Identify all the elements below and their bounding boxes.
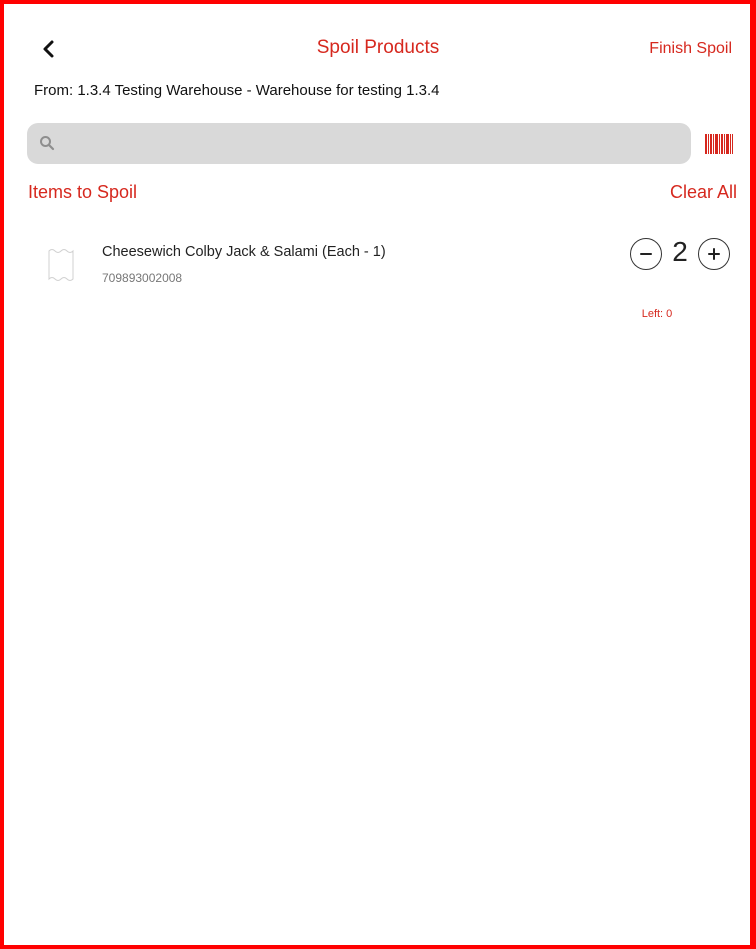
screen-frame xyxy=(0,0,756,949)
